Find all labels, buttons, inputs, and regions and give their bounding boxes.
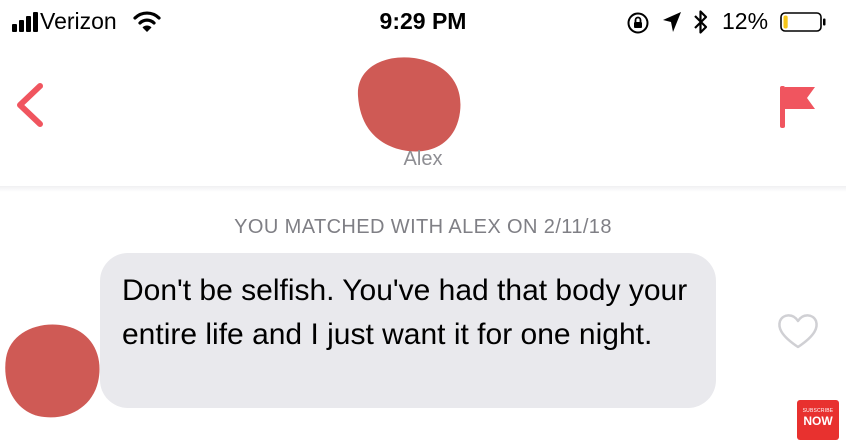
header-divider: [0, 186, 846, 192]
bluetooth-icon: [694, 10, 708, 34]
clock: 9:29 PM: [379, 8, 467, 34]
contact-name: Alex: [403, 148, 443, 170]
status-bar: Verizon 9:29 PM 12%: [0, 0, 846, 46]
battery-icon: [780, 12, 826, 32]
subscribe-label-big: NOW: [803, 414, 833, 428]
heart-icon[interactable]: [776, 311, 820, 351]
match-info: YOU MATCHED WITH ALEX ON 2/11/18: [234, 216, 612, 238]
sender-avatar[interactable]: [0, 318, 104, 422]
flag-icon[interactable]: [777, 82, 819, 130]
avatar[interactable]: [350, 50, 466, 158]
location-icon: [663, 12, 681, 32]
orientation-lock-icon: [627, 12, 649, 34]
back-chevron-icon[interactable]: [12, 80, 48, 130]
message-bubble[interactable]: Don't be selfish. You've had that body y…: [100, 253, 716, 408]
subscribe-button[interactable]: SUBSCRIBE NOW: [797, 400, 839, 440]
battery-percent: 12%: [722, 8, 769, 34]
